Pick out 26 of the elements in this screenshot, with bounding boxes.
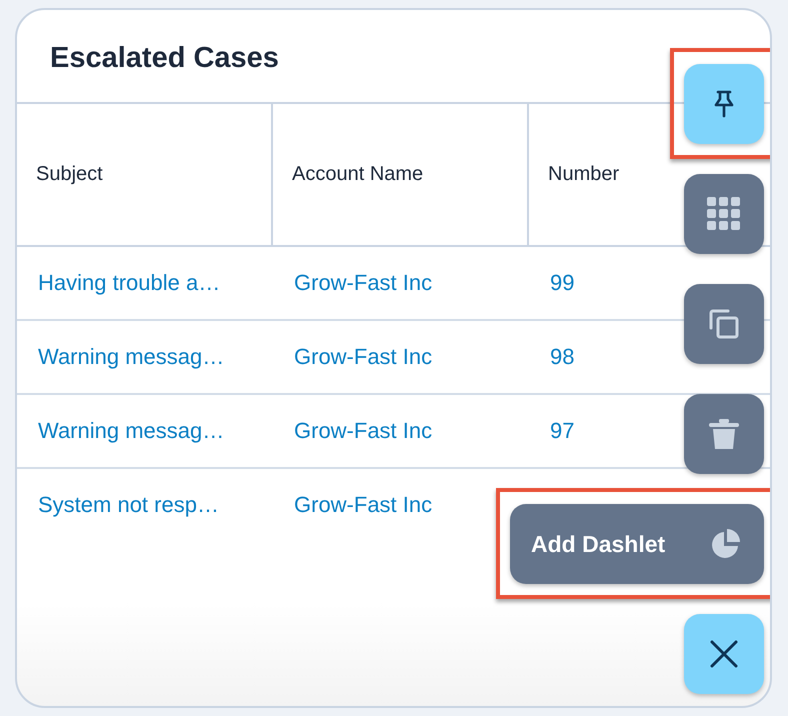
copy-icon [709,309,739,339]
delete-button[interactable] [684,394,764,474]
table-link[interactable]: System not resp… [38,492,219,518]
grid-button[interactable] [684,174,764,254]
close-button[interactable] [684,614,764,694]
table-link[interactable]: Warning messag… [38,418,224,444]
pie-chart-icon [710,528,742,560]
table-link[interactable]: Grow-Fast Inc [294,344,432,370]
trash-icon [708,418,740,450]
copy-button[interactable] [684,284,764,364]
pin-button[interactable] [684,64,764,144]
column-header[interactable]: Subject [36,163,103,186]
add-dashlet-button[interactable]: Add Dashlet [510,504,764,584]
table-link[interactable]: Grow-Fast Inc [294,418,432,444]
table-link[interactable]: Grow-Fast Inc [294,270,432,296]
table-link[interactable]: 97 [550,418,574,444]
table-link[interactable]: 98 [550,344,574,370]
table-link[interactable]: 99 [550,270,574,296]
pin-icon [713,90,735,118]
column-header[interactable]: Number [548,163,620,186]
column-header[interactable]: Account Name [292,163,424,186]
table-link[interactable]: Warning messag… [38,344,224,370]
table-link[interactable]: Having trouble a… [38,270,220,296]
close-icon [710,640,738,668]
table-link[interactable]: Grow-Fast Inc [294,492,432,518]
grid-icon [707,197,741,231]
